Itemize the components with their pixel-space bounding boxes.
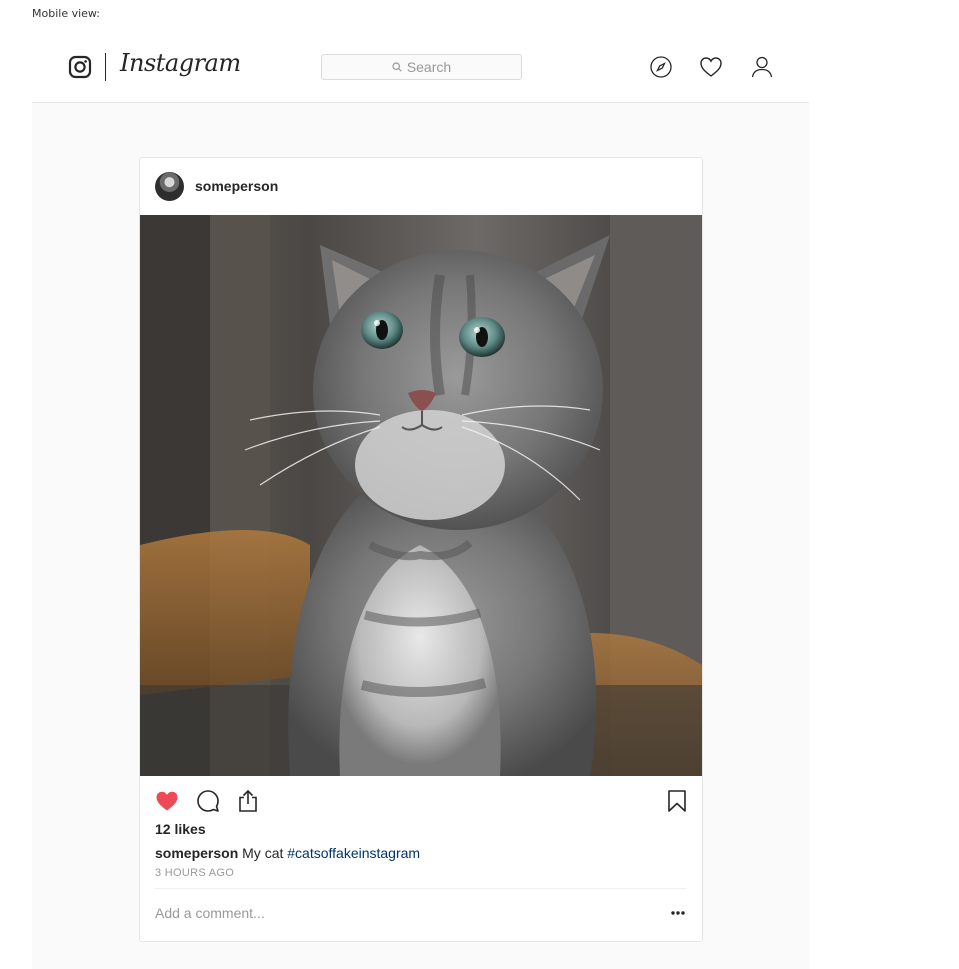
comment-input[interactable]: [155, 903, 635, 923]
user-icon[interactable]: [750, 55, 774, 79]
post-actions: [140, 776, 702, 824]
more-options-button[interactable]: [668, 905, 688, 921]
instagram-frame: Instagram Search someperson 12 likes som…: [32, 38, 809, 969]
post-timestamp[interactable]: 3 HOURS AGO: [155, 867, 234, 879]
avatar[interactable]: [155, 172, 184, 201]
post-photo[interactable]: [140, 215, 702, 776]
caption-hashtag[interactable]: #catsoffakeinstagram: [287, 845, 420, 861]
ellipsis-icon: [671, 911, 685, 915]
caption-text: My cat: [242, 845, 284, 861]
camera-icon[interactable]: [68, 55, 92, 79]
top-navbar: Instagram Search: [32, 38, 809, 103]
heart-icon[interactable]: [155, 789, 179, 813]
post-username[interactable]: someperson: [195, 178, 278, 194]
caption-username[interactable]: someperson: [155, 845, 238, 861]
comment-divider: [155, 888, 687, 889]
kitten-photo-illustration: [140, 215, 702, 776]
post-caption: someperson My cat #catsoffakeinstagram: [155, 845, 420, 861]
compass-icon[interactable]: [649, 55, 673, 79]
mobile-view-label: Mobile view:: [32, 7, 101, 20]
post-card: someperson 12 likes someperson My cat #c…: [139, 157, 703, 942]
logo-divider: [105, 53, 106, 81]
share-icon[interactable]: [236, 789, 260, 813]
instagram-wordmark[interactable]: Instagram: [120, 49, 241, 77]
post-header: someperson: [140, 158, 702, 215]
search-icon: [392, 62, 402, 72]
comment-icon[interactable]: [196, 789, 220, 813]
heart-icon[interactable]: [699, 55, 723, 79]
bookmark-icon[interactable]: [665, 789, 689, 813]
search-input[interactable]: Search: [321, 54, 522, 80]
likes-count[interactable]: 12 likes: [155, 821, 206, 837]
search-placeholder: Search: [406, 59, 452, 75]
